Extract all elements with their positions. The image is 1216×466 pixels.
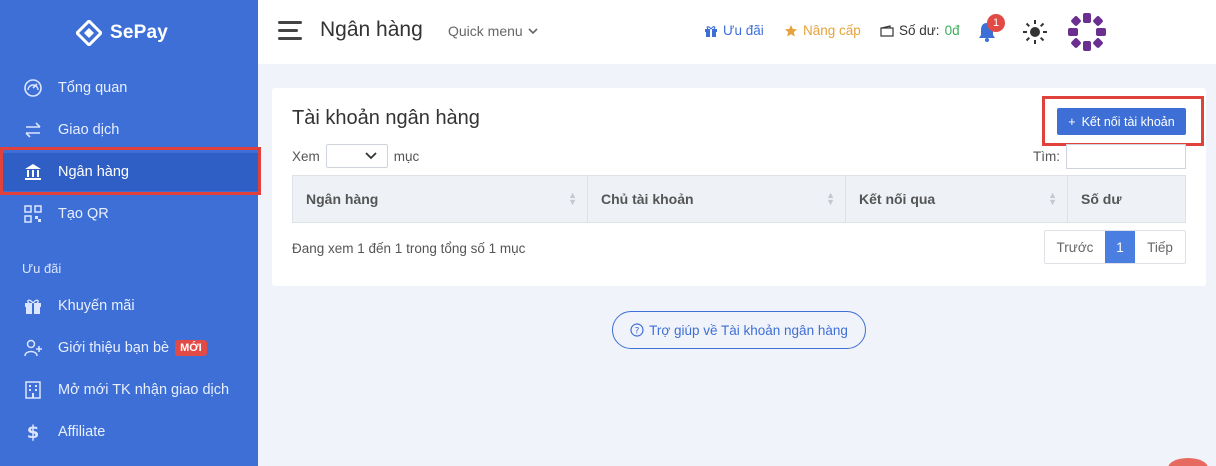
sidebar-item-promotions[interactable]: Khuyến mãi <box>0 287 258 325</box>
column-header-label: Số dư <box>1081 191 1122 207</box>
chevron-down-icon <box>365 152 377 160</box>
new-badge: MỚI <box>175 340 207 356</box>
wallet-icon <box>880 24 894 37</box>
search-input[interactable] <box>1066 144 1186 169</box>
sidebar-item-bank[interactable]: Ngân hàng <box>0 153 258 191</box>
notification-count-badge: 1 <box>987 14 1005 32</box>
column-header-label: Chủ tài khoản <box>601 191 694 207</box>
sidebar-item-label: Tổng quan <box>58 80 128 96</box>
pagination-next[interactable]: Tiếp <box>1135 231 1185 263</box>
pagination-page[interactable]: 1 <box>1105 231 1135 263</box>
sidebar-item-label: Affiliate <box>58 424 106 440</box>
sidebar-item-affiliate[interactable]: $ Affiliate <box>0 413 258 451</box>
bank-icon <box>22 161 44 183</box>
sun-icon[interactable] <box>1022 19 1048 45</box>
balance-label: Số dư: <box>899 23 940 38</box>
column-header-balance[interactable]: Số dư <box>1067 175 1186 223</box>
sidebar-section-label: Ưu đãi <box>22 261 62 276</box>
sidebar-item-overview[interactable]: Tổng quan <box>0 69 258 107</box>
gift-icon <box>705 25 717 37</box>
sort-icon: ▲ ▼ <box>568 190 577 207</box>
help-label: Trợ giúp về Tài khoản ngân hàng <box>649 322 848 338</box>
column-header-connected-via[interactable]: Kết nối qua ▲ ▼ <box>845 175 1068 223</box>
avatar[interactable] <box>1066 11 1108 53</box>
sidebar-item-label: Giới thiệu bạn bè <box>58 340 170 356</box>
upgrade-link-label: Nâng cấp <box>803 23 861 38</box>
quick-menu-dropdown[interactable]: Quick menu <box>448 23 538 39</box>
page-title: Ngân hàng <box>320 18 423 41</box>
connect-account-label: Kết nối tài khoản <box>1081 114 1175 129</box>
card-title: Tài khoản ngân hàng <box>292 107 480 129</box>
chevron-down-icon <box>528 28 538 34</box>
top-bar: Ngân hàng Quick menu Ưu đãi Nâng cấp Số … <box>258 0 1216 64</box>
balance-value: 0đ <box>944 23 960 38</box>
sidebar-item-referral[interactable]: Giới thiệu bạn bè MỚI <box>0 329 258 367</box>
bank-accounts-card: Tài khoản ngân hàng + Kết nối tài khoản … <box>272 88 1206 286</box>
pagination-prev[interactable]: Trước <box>1045 231 1105 263</box>
plus-icon: + <box>1068 114 1076 129</box>
column-header-label: Kết nối qua <box>859 191 936 207</box>
table-search: Tìm: <box>1033 144 1186 169</box>
dollar-icon: $ <box>22 421 44 443</box>
bank-accounts-table: Ngân hàng ▲ ▼ Chủ tài khoản ▲ ▼ Kết nối qua ▲… <box>292 175 1186 223</box>
help-icon: ? <box>630 323 644 337</box>
balance-display[interactable]: Số dư: 0đ <box>880 23 960 38</box>
promo-link[interactable]: Ưu đãi <box>704 23 764 38</box>
sidebar: SePay Tổng quan Giao dịch Ngân hàng Tạo … <box>0 0 261 466</box>
sidebar-item-open-account[interactable]: Mở mới TK nhận giao dịch <box>0 371 258 409</box>
column-header-owner[interactable]: Chủ tài khoản ▲ ▼ <box>587 175 846 223</box>
sepay-logo[interactable]: SePay <box>76 20 168 46</box>
dashboard-icon <box>22 77 44 99</box>
table-info: Đang xem 1 đến 1 trong tổng số 1 mục <box>292 241 526 256</box>
page-length-control: Xem mục <box>292 144 419 168</box>
brand-name: SePay <box>110 22 169 43</box>
quick-menu-label: Quick menu <box>448 23 523 39</box>
show-label: Xem <box>292 148 320 164</box>
entries-label: mục <box>393 148 420 164</box>
sidebar-item-create-qr[interactable]: Tạo QR <box>0 195 258 233</box>
sort-icon: ▲ ▼ <box>826 190 835 207</box>
sort-icon: ▲ ▼ <box>1048 190 1057 207</box>
upgrade-link[interactable]: Nâng cấp <box>784 23 861 38</box>
svg-text:?: ? <box>635 327 640 337</box>
sidebar-item-transactions[interactable]: Giao dịch <box>0 111 258 149</box>
qr-icon <box>22 203 44 225</box>
sidebar-item-label: Ngân hàng <box>58 164 129 180</box>
sidebar-item-label: Mở mới TK nhận giao dịch <box>58 382 230 398</box>
sidebar-item-label: Tạo QR <box>58 206 109 222</box>
promo-link-label: Ưu đãi <box>723 23 764 38</box>
chat-widget-edge[interactable] <box>1168 458 1208 466</box>
connect-account-button[interactable]: + Kết nối tài khoản <box>1057 108 1186 135</box>
sidebar-item-label: Khuyến mãi <box>58 298 135 314</box>
sepay-logo-icon <box>76 20 102 46</box>
search-label: Tìm: <box>1033 149 1060 164</box>
hamburger-menu-icon[interactable] <box>278 21 302 41</box>
column-header-label: Ngân hàng <box>306 191 379 207</box>
user-plus-icon <box>22 337 44 359</box>
sidebar-item-label: Giao dịch <box>58 122 120 138</box>
transfer-icon <box>22 119 44 141</box>
star-icon <box>785 24 797 36</box>
gift-icon <box>22 295 44 317</box>
help-button[interactable]: ? Trợ giúp về Tài khoản ngân hàng <box>612 311 866 349</box>
svg-text:$: $ <box>27 422 40 442</box>
column-header-bank[interactable]: Ngân hàng ▲ ▼ <box>292 175 588 223</box>
page-length-select[interactable] <box>325 144 388 168</box>
building-icon <box>22 379 44 401</box>
pagination: Trước 1 Tiếp <box>1044 230 1186 264</box>
